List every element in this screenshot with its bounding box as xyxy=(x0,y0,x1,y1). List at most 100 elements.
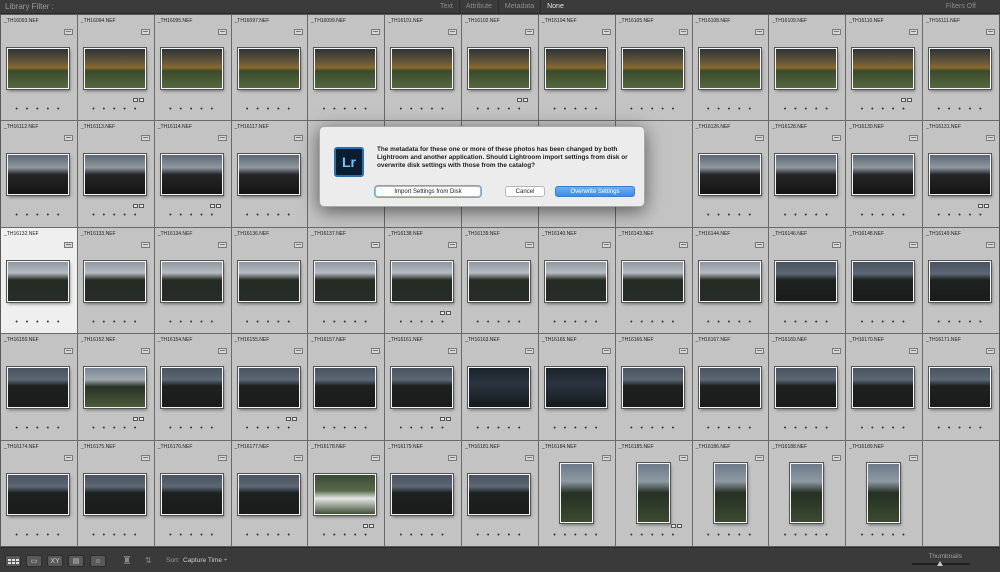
cell-menu-icon[interactable] xyxy=(755,241,765,248)
photo-thumbnail[interactable] xyxy=(83,367,146,409)
rating-dots[interactable]: • • • • • xyxy=(78,212,154,219)
cell-menu-icon[interactable] xyxy=(678,454,688,461)
photo-thumbnail[interactable] xyxy=(7,367,69,409)
photo-cell[interactable]: _TH16178.NEF • • • • • xyxy=(308,440,385,546)
cell-menu-icon[interactable] xyxy=(63,135,73,142)
photo-thumbnail[interactable] xyxy=(314,367,377,409)
photo-thumbnail[interactable] xyxy=(775,48,838,89)
filter-option-attribute[interactable]: Attribute xyxy=(458,0,498,13)
photo-thumbnail[interactable] xyxy=(391,367,454,409)
cell-menu-icon[interactable] xyxy=(832,454,842,461)
photo-cell[interactable]: _TH16104.NEF • • • • • xyxy=(538,15,615,121)
photo-cell[interactable]: _TH16177.NEF • • • • • xyxy=(231,440,308,546)
photo-thumbnail[interactable] xyxy=(544,48,607,89)
photo-cell[interactable]: _TH16170.NEF • • • • • xyxy=(846,334,923,440)
cell-menu-icon[interactable] xyxy=(832,241,842,248)
photo-cell[interactable]: _TH16186.NEF • • • • • xyxy=(692,440,769,546)
cell-menu-icon[interactable] xyxy=(985,241,995,248)
cell-menu-icon[interactable] xyxy=(217,29,227,35)
cell-menu-icon[interactable] xyxy=(909,29,919,35)
cell-menu-icon[interactable] xyxy=(63,241,73,248)
cell-menu-icon[interactable] xyxy=(371,454,381,461)
rating-dots[interactable]: • • • • • xyxy=(232,532,308,539)
cell-menu-icon[interactable] xyxy=(601,454,611,461)
rating-dots[interactable]: • • • • • xyxy=(155,425,231,432)
cell-menu-icon[interactable] xyxy=(755,454,765,461)
photo-thumbnail[interactable] xyxy=(83,154,146,196)
photo-cell[interactable] xyxy=(923,440,999,546)
rating-dots[interactable]: • • • • • xyxy=(539,106,615,113)
sort-select[interactable]: Capture Time ÷ xyxy=(183,557,227,564)
photo-cell[interactable]: _TH16165.NEF • • • • • xyxy=(538,334,615,440)
cancel-button[interactable]: Cancel xyxy=(505,186,545,197)
photo-thumbnail[interactable] xyxy=(237,260,300,302)
photo-thumbnail[interactable] xyxy=(237,48,300,89)
photo-cell[interactable]: _TH16188.NEF • • • • • xyxy=(769,440,846,546)
cell-menu-icon[interactable] xyxy=(909,241,919,248)
cell-menu-icon[interactable] xyxy=(294,454,304,461)
cell-menu-icon[interactable] xyxy=(63,29,73,35)
photo-thumbnail[interactable] xyxy=(7,473,69,515)
rating-dots[interactable]: • • • • • xyxy=(385,106,461,113)
photo-thumbnail[interactable] xyxy=(621,260,684,302)
cell-menu-icon[interactable] xyxy=(909,348,919,355)
rating-dots[interactable]: • • • • • xyxy=(78,106,154,113)
rating-dots[interactable]: • • • • • xyxy=(923,425,999,432)
cell-menu-icon[interactable] xyxy=(985,29,995,35)
compare-view-button[interactable]: XY xyxy=(47,555,63,567)
cell-menu-icon[interactable] xyxy=(217,348,227,355)
photo-thumbnail[interactable] xyxy=(391,260,454,302)
photo-cell[interactable]: _TH16133.NEF • • • • • xyxy=(77,227,154,334)
rating-dots[interactable]: • • • • • xyxy=(846,532,922,539)
rating-dots[interactable]: • • • • • xyxy=(462,319,538,326)
photo-thumbnail[interactable] xyxy=(314,48,377,89)
photo-thumbnail[interactable] xyxy=(7,48,69,89)
photo-thumbnail[interactable] xyxy=(929,260,992,302)
photo-thumbnail[interactable] xyxy=(698,260,761,302)
rating-dots[interactable]: • • • • • xyxy=(769,106,845,113)
rating-dots[interactable]: • • • • • xyxy=(78,532,154,539)
rating-dots[interactable]: • • • • • xyxy=(769,319,845,326)
photo-cell[interactable]: _TH16131.NEF • • • • • xyxy=(923,121,999,227)
rating-dots[interactable]: • • • • • xyxy=(462,106,538,113)
photo-cell[interactable]: _TH16108.NEF • • • • • xyxy=(692,15,769,121)
rating-dots[interactable]: • • • • • xyxy=(846,425,922,432)
sort-direction-icon[interactable]: ⇅ xyxy=(145,556,152,565)
overwrite-settings-button[interactable]: Overwrite Settings xyxy=(555,186,635,197)
cell-menu-icon[interactable] xyxy=(371,348,381,355)
photo-cell[interactable]: _TH16093.NEF • • • • • xyxy=(1,15,77,121)
cell-menu-icon[interactable] xyxy=(217,135,227,142)
photo-thumbnail[interactable] xyxy=(237,473,300,515)
metadata-badge-icon[interactable] xyxy=(440,310,452,315)
photo-thumbnail[interactable] xyxy=(775,260,838,302)
photo-cell[interactable]: _TH16138.NEF • • • • • xyxy=(385,227,462,334)
rating-dots[interactable]: • • • • • xyxy=(462,532,538,539)
painter-spray-icon[interactable]: ♜ xyxy=(122,554,132,567)
photo-cell[interactable]: _TH16099.NEF • • • • • xyxy=(308,15,385,121)
photo-thumbnail[interactable] xyxy=(852,367,915,409)
photo-cell[interactable]: _TH16109.NEF • • • • • xyxy=(769,15,846,121)
rating-dots[interactable]: • • • • • xyxy=(539,425,615,432)
photo-cell[interactable]: _TH16179.NEF • • • • • xyxy=(385,440,462,546)
cell-menu-icon[interactable] xyxy=(601,348,611,355)
rating-dots[interactable]: • • • • • xyxy=(308,319,384,326)
cell-menu-icon[interactable] xyxy=(678,29,688,35)
cell-menu-icon[interactable] xyxy=(832,135,842,142)
photo-cell[interactable]: _TH16136.NEF • • • • • xyxy=(231,227,308,334)
rating-dots[interactable]: • • • • • xyxy=(385,319,461,326)
photo-cell[interactable]: _TH16176.NEF • • • • • xyxy=(154,440,231,546)
photo-cell[interactable]: _TH16112.NEF • • • • • xyxy=(1,121,77,227)
photo-thumbnail[interactable] xyxy=(559,462,593,523)
photo-thumbnail[interactable] xyxy=(867,462,901,523)
photo-cell[interactable]: _TH16155.NEF • • • • • xyxy=(231,334,308,440)
rating-dots[interactable]: • • • • • xyxy=(308,425,384,432)
metadata-badge-icon[interactable] xyxy=(440,417,452,422)
cell-menu-icon[interactable] xyxy=(448,29,458,35)
photo-thumbnail[interactable] xyxy=(83,260,146,302)
rating-dots[interactable]: • • • • • xyxy=(539,532,615,539)
photo-thumbnail[interactable] xyxy=(852,154,915,196)
cell-menu-icon[interactable] xyxy=(601,29,611,35)
photo-cell[interactable]: _TH16130.NEF • • • • • xyxy=(846,121,923,227)
rating-dots[interactable]: • • • • • xyxy=(78,319,154,326)
photo-cell[interactable]: _TH16150.NEF • • • • • xyxy=(1,334,77,440)
